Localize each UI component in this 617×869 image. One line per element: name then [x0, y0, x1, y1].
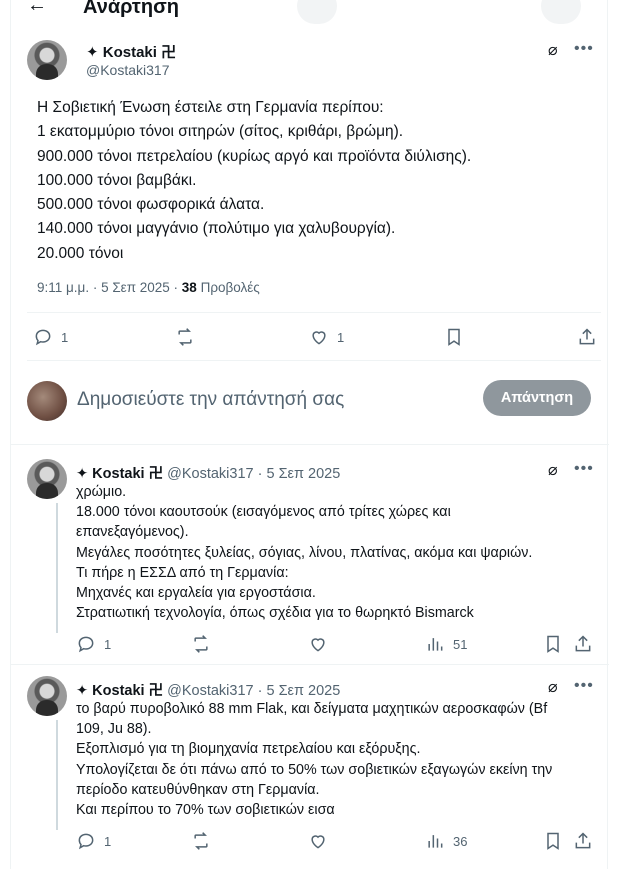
post-line: 140.000 τόνοι μαγγάνιο (πολύτιμο για χαλ…	[37, 220, 396, 238]
post-line: Η Σοβιετική Ένωση έστειλε στη Γερμανία π…	[37, 99, 384, 116]
reply-line: επανεξαγόμενος).	[76, 524, 189, 541]
retweet-icon	[194, 832, 208, 850]
reply-button[interactable]: 1	[76, 634, 111, 654]
divider	[27, 360, 601, 361]
more-icon[interactable]: •••	[574, 460, 594, 478]
reply-line: 109, Ju 88).	[76, 721, 152, 738]
bookmark-icon	[448, 328, 460, 346]
reply-icon	[35, 329, 51, 346]
post-line: 100.000 τόνοι βαμβάκι.	[37, 171, 197, 189]
bookmark-icon	[547, 832, 559, 850]
retweet-button[interactable]	[175, 327, 195, 347]
share-button[interactable]	[577, 327, 597, 347]
reply-line: Εξοπλισμό για τη βιομηχανία πετρελαίου κ…	[76, 741, 421, 758]
bookmark-icon	[547, 635, 559, 653]
bookmark-button[interactable]	[543, 831, 563, 851]
share-icon	[579, 328, 595, 345]
reply-line: Στρατιωτική τεχνολογία, όπως σχέδια για …	[76, 605, 474, 622]
post-line: 500.000 τόνοι φωσφορικά άλατα.	[37, 196, 265, 214]
thread-line	[56, 720, 58, 830]
reply-input[interactable]: Δημοσιεύστε την απάντησή σας	[77, 389, 344, 411]
bookmark-button[interactable]	[444, 327, 464, 347]
author-name[interactable]: ✦ Kostaki 卍	[86, 41, 176, 62]
reply-line: Μηχανές και εργαλεία για εργοστάσια.	[76, 585, 316, 602]
views-button[interactable]: 36	[425, 831, 467, 851]
more-icon[interactable]: •••	[574, 40, 594, 58]
share-icon	[575, 635, 591, 652]
like-count: 1	[337, 329, 345, 345]
grok-icon[interactable]: ⌀	[548, 460, 558, 480]
reply-button[interactable]: 1	[76, 831, 111, 851]
header-placeholder	[297, 0, 337, 24]
avatar[interactable]	[27, 676, 67, 716]
reply-line: Υπολογίζεται δε ότι πάνω από το 50% των …	[76, 761, 553, 778]
like-button[interactable]	[308, 634, 328, 654]
share-button[interactable]	[573, 831, 593, 851]
reply-count: 1	[104, 833, 112, 849]
like-button[interactable]	[308, 831, 328, 851]
reply-line: Μεγάλες ποσότητες ξυλείας, σόγιας, λίνου…	[76, 544, 533, 561]
header-placeholder	[541, 0, 581, 24]
views-icon	[428, 638, 443, 651]
views-icon	[428, 835, 443, 848]
views-count: 51	[453, 636, 468, 652]
heart-icon	[311, 638, 325, 652]
reply-line: το βαρύ πυροβολικό 88 mm Flak, και δείγμ…	[76, 701, 548, 717]
arrow-left-icon[interactable]: ←	[27, 0, 47, 17]
author-name[interactable]: ✦ Kostaki 卍	[76, 466, 163, 482]
heart-icon	[312, 331, 326, 345]
post-meta: 9:11 μ.μ. · 5 Σεπ 2025 · 38 Προβολές	[37, 280, 260, 295]
reply-count: 1	[104, 636, 112, 652]
post-line: 20.000 τόνοι	[37, 244, 124, 262]
reply-icon	[78, 636, 94, 653]
retweet-button[interactable]	[191, 831, 211, 851]
views-count: 38	[181, 280, 197, 295]
reply-icon	[78, 833, 94, 850]
reply-line: χρώμιο.	[76, 484, 127, 500]
heart-icon	[311, 835, 325, 849]
post-line: 900.000 τόνοι πετρελαίου (κυρίως αργό κα…	[37, 147, 472, 165]
reply-line: 18.000 τόνοι καουτσούκ (εισαγόμενος από …	[76, 504, 451, 521]
like-button[interactable]: 1	[309, 327, 344, 347]
reply-line: Τι πήρε η ΕΣΣΔ από τη Γερμανία:	[76, 564, 289, 581]
author-handle[interactable]: @Kostaki317	[86, 62, 169, 78]
handle-date: @Kostaki317 · 5 Σεπ 2025	[163, 683, 341, 699]
page-title: Ανάρτηση	[83, 0, 179, 18]
thread-line	[56, 503, 58, 633]
reply-submit-button[interactable]: Απάντηση	[483, 380, 591, 416]
reply-text: χρώμιο. 18.000 τόνοι καουτσούκ (εισαγόμε…	[76, 482, 596, 623]
views-label: Προβολές	[196, 280, 260, 295]
post-text: Η Σοβιετική Ένωση έστειλε στη Γερμανία π…	[37, 96, 597, 266]
avatar[interactable]	[27, 40, 67, 80]
current-user-avatar[interactable]	[27, 381, 67, 421]
retweet-icon	[178, 328, 192, 346]
header: ← Ανάρτηση	[11, 0, 609, 26]
author-name[interactable]: ✦ Kostaki 卍	[76, 683, 163, 699]
post-line: 1 εκατομμύριο τόνοι σιτηρών (σίτος, κριθ…	[37, 123, 404, 141]
retweet-icon	[194, 635, 208, 653]
more-icon[interactable]: •••	[574, 677, 594, 695]
divider	[11, 664, 609, 665]
reply-button[interactable]: 1	[33, 327, 68, 347]
reply-line: Και περίπου το 70% των σοβιετικών εισα	[76, 802, 335, 819]
share-icon	[575, 832, 591, 849]
grok-icon[interactable]: ⌀	[548, 40, 558, 60]
timestamp[interactable]: 9:11 μ.μ. · 5 Σεπ 2025 ·	[37, 280, 182, 295]
views-button[interactable]: 51	[425, 634, 467, 654]
bookmark-button[interactable]	[543, 634, 563, 654]
reply-line: περίοδο κατευθύνθηκαν στη Γερμανία.	[76, 781, 320, 798]
retweet-button[interactable]	[191, 634, 211, 654]
handle-date: @Kostaki317 · 5 Σεπ 2025	[163, 466, 341, 482]
divider	[11, 444, 609, 445]
reply-count: 1	[61, 329, 69, 345]
post-page: ← Ανάρτηση ✦ Kostaki 卍 @Kostaki317 ⌀ •••…	[10, 0, 609, 869]
avatar[interactable]	[27, 459, 67, 499]
grok-icon[interactable]: ⌀	[548, 677, 558, 697]
reply-text: το βαρύ πυροβολικό 88 mm Flak, και δείγμ…	[76, 699, 596, 820]
share-button[interactable]	[573, 634, 593, 654]
reply-author[interactable]: ✦ Kostaki 卍 @Kostaki317 · 5 Σεπ 2025	[76, 679, 340, 700]
views-count: 36	[453, 833, 468, 849]
reply-author[interactable]: ✦ Kostaki 卍 @Kostaki317 · 5 Σεπ 2025	[76, 462, 340, 483]
divider	[27, 312, 601, 313]
